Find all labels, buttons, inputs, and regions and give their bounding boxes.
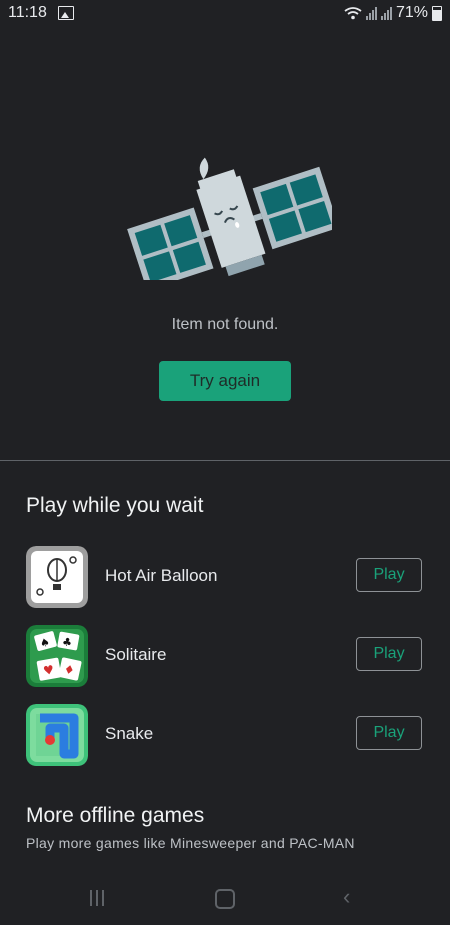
play-button[interactable]: Play bbox=[356, 637, 422, 671]
back-icon[interactable]: ‹ bbox=[343, 886, 350, 908]
game-row-hot-air-balloon[interactable]: Hot Air Balloon Play bbox=[0, 546, 450, 610]
solitaire-icon: ♠ ♣ ♥ ♦ bbox=[26, 625, 88, 687]
battery-percent: 71% bbox=[395, 4, 428, 21]
status-time: 11:18 bbox=[8, 4, 47, 21]
gallery-icon bbox=[58, 6, 74, 20]
game-row-snake[interactable]: Snake Play bbox=[0, 704, 450, 768]
home-icon[interactable] bbox=[215, 889, 235, 909]
more-offline-games-description: Play more games like Minesweeper and PAC… bbox=[26, 835, 355, 851]
try-again-button[interactable]: Try again bbox=[159, 361, 291, 401]
snake-icon bbox=[26, 704, 88, 766]
wifi-icon bbox=[344, 7, 362, 20]
more-offline-games-title[interactable]: More offline games bbox=[26, 804, 204, 828]
divider bbox=[0, 460, 450, 461]
satellite-illustration bbox=[127, 157, 332, 280]
hot-air-balloon-icon bbox=[26, 546, 88, 608]
game-name: Solitaire bbox=[105, 645, 167, 664]
recent-apps-icon[interactable] bbox=[90, 890, 104, 906]
battery-icon bbox=[432, 5, 442, 21]
play-button[interactable]: Play bbox=[356, 558, 422, 592]
section-title: Play while you wait bbox=[26, 494, 204, 517]
play-button[interactable]: Play bbox=[356, 716, 422, 750]
status-indicators: 71% bbox=[344, 4, 442, 22]
status-bar: 11:18 71% bbox=[0, 0, 450, 28]
game-row-solitaire[interactable]: ♠ ♣ ♥ ♦ Solitaire Play bbox=[0, 625, 450, 689]
game-name: Snake bbox=[105, 724, 154, 743]
game-name: Hot Air Balloon bbox=[105, 566, 218, 585]
navigation-bar: ‹ bbox=[0, 878, 450, 925]
signal-icon bbox=[365, 6, 377, 20]
error-message: Item not found. bbox=[171, 316, 279, 333]
signal-icon-2 bbox=[380, 6, 392, 20]
